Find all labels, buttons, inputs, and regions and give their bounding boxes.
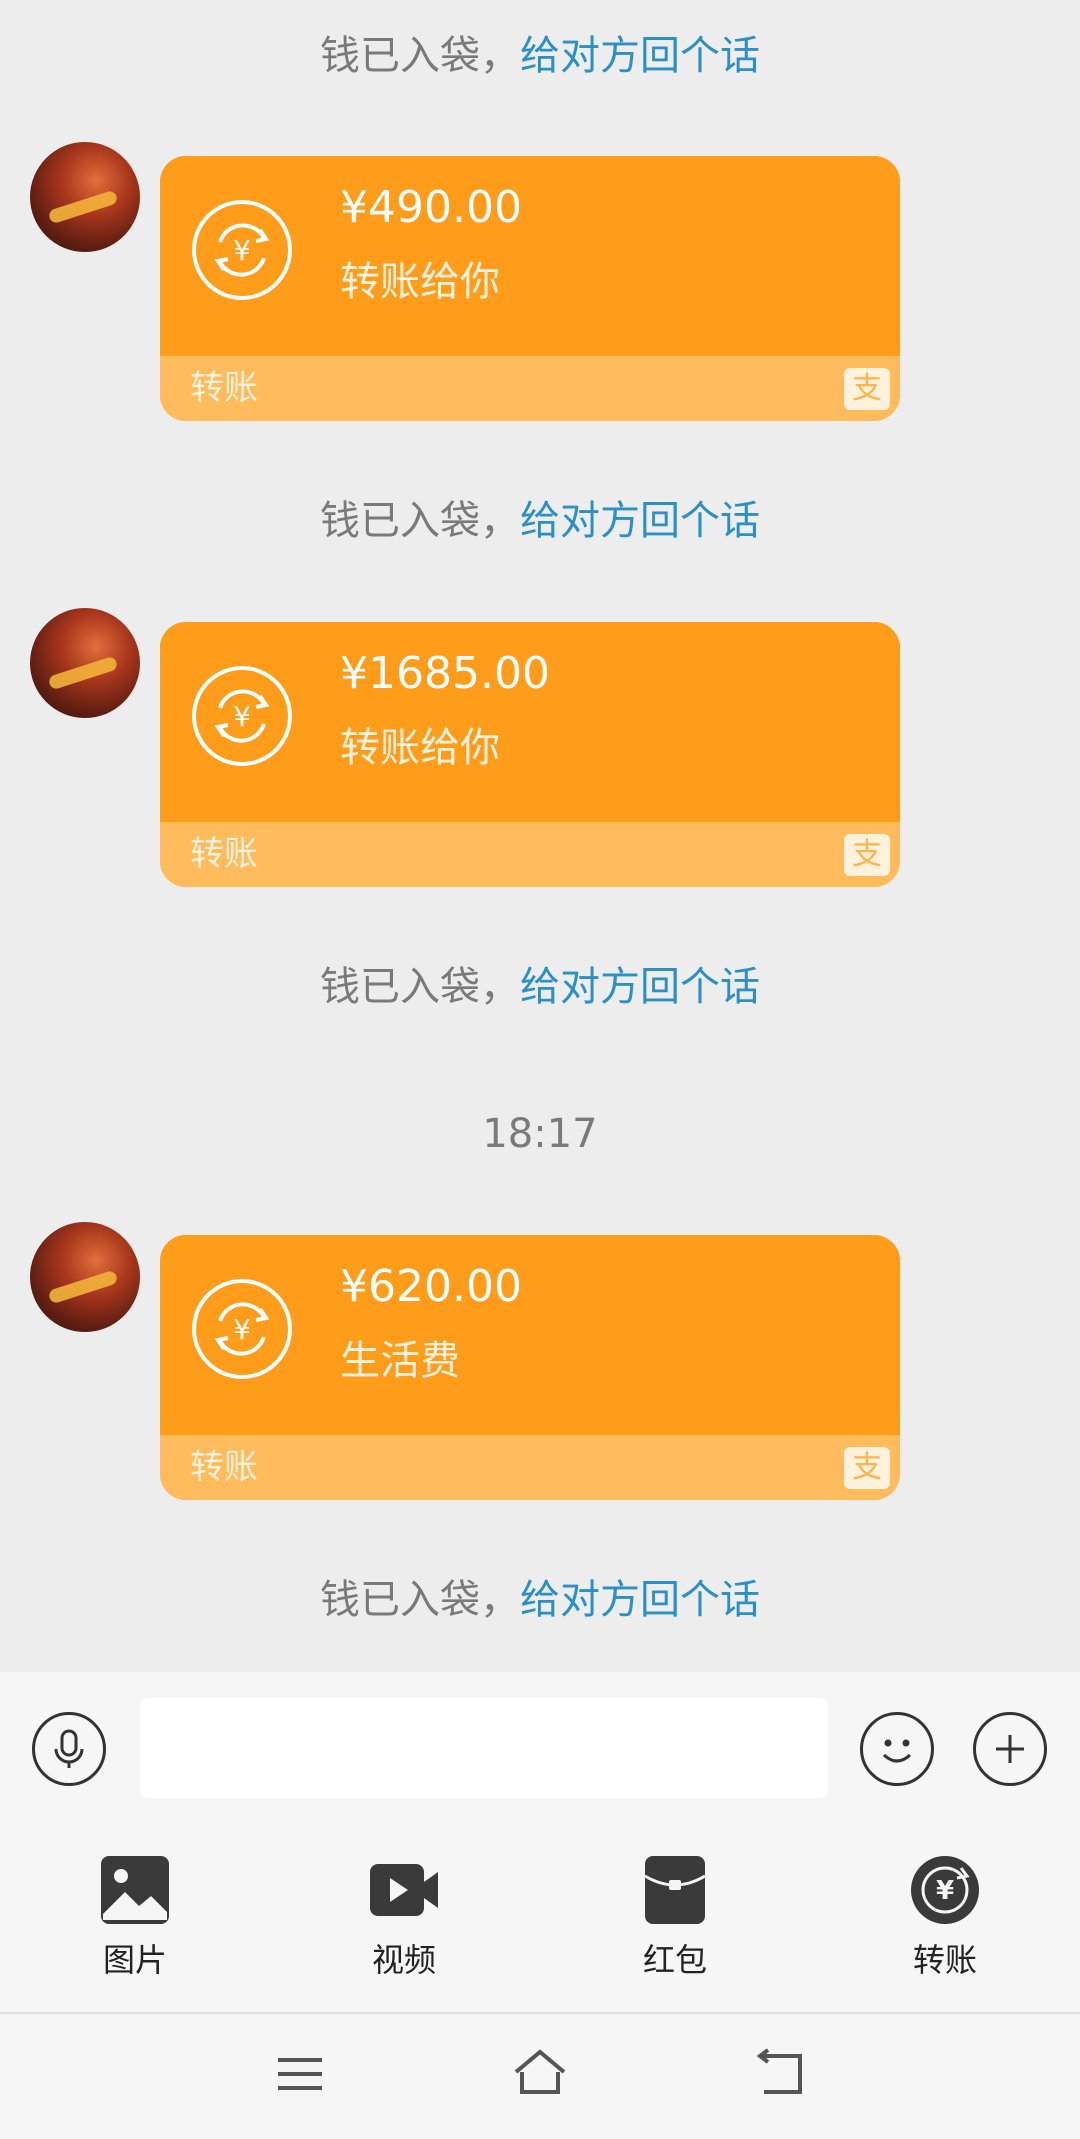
transfer-footer-label: 转账 <box>190 834 258 874</box>
tool-video[interactable]: 视频 <box>334 1854 474 1980</box>
transfer-card[interactable]: ¥ ¥620.00 生活费 转账 支 <box>160 1235 900 1500</box>
transfer-icon: ¥ <box>911 1856 979 1924</box>
menu-icon[interactable] <box>270 2044 330 2104</box>
voice-button[interactable] <box>32 1712 106 1786</box>
transfer-amount: ¥620.00 <box>340 1261 522 1312</box>
tool-transfer[interactable]: ¥ 转账 <box>875 1854 1015 1980</box>
avatar[interactable] <box>30 608 140 718</box>
transfer-description: 转账给你 <box>340 725 500 771</box>
transfer-description: 转账给你 <box>340 259 500 305</box>
transfer-card[interactable]: ¥ ¥1685.00 转账给你 转账 支 <box>160 622 900 887</box>
plus-icon <box>996 1735 1024 1763</box>
red-packet-icon <box>644 1856 706 1924</box>
smiley-icon <box>882 1739 912 1763</box>
transfer-card[interactable]: ¥ ¥490.00 转账给你 转账 支 <box>160 156 900 421</box>
tool-label: 视频 <box>371 1941 436 1979</box>
svg-text:¥: ¥ <box>233 234 251 267</box>
transfer-footer-label: 转账 <box>190 1447 258 1487</box>
notice-text: 钱已入袋， <box>320 1577 520 1623</box>
transfer-coin-icon: ¥ <box>192 200 292 300</box>
alipay-icon: 支 <box>844 834 890 876</box>
transfer-amount: ¥490.00 <box>340 182 522 233</box>
transfer-footer-label: 转账 <box>190 368 258 408</box>
transfer-description: 生活费 <box>340 1338 460 1384</box>
alipay-icon: 支 <box>844 368 890 410</box>
back-icon[interactable] <box>750 2044 810 2104</box>
input-bar <box>0 1672 1080 1824</box>
received-notice: 钱已入袋，给对方回个话 <box>0 495 1080 547</box>
svg-text:¥: ¥ <box>233 1313 251 1346</box>
tool-red-packet[interactable]: 红包 <box>605 1854 745 1980</box>
received-notice: 钱已入袋，给对方回个话 <box>0 1574 1080 1626</box>
transfer-coin-icon: ¥ <box>192 666 292 766</box>
received-notice: 钱已入袋，给对方回个话 <box>0 961 1080 1013</box>
tools-panel: 图片 视频 红包 ¥ 转账 <box>0 1824 1080 2014</box>
avatar[interactable] <box>30 1222 140 1332</box>
transfer-card-footer: 转账 支 <box>160 356 900 421</box>
reply-link[interactable]: 给对方回个话 <box>520 498 760 544</box>
received-notice: 钱已入袋，给对方回个话 <box>0 30 1080 82</box>
transfer-card-footer: 转账 支 <box>160 822 900 887</box>
system-nav-bar <box>0 2014 1080 2139</box>
tool-label: 图片 <box>102 1941 167 1979</box>
reply-link[interactable]: 给对方回个话 <box>520 964 760 1010</box>
alipay-icon: 支 <box>844 1447 890 1489</box>
video-icon <box>370 1864 438 1916</box>
svg-text:¥: ¥ <box>936 1876 954 1906</box>
svg-text:¥: ¥ <box>233 700 251 733</box>
microphone-icon <box>54 1729 84 1768</box>
transfer-amount: ¥1685.00 <box>340 648 550 699</box>
notice-text: 钱已入袋， <box>320 964 520 1010</box>
chat-area: 钱已入袋，给对方回个话 ¥ ¥490.00 转账给你 转账 支 钱已入袋，给对方… <box>0 0 1080 1672</box>
emoji-button[interactable] <box>860 1712 934 1786</box>
message-input[interactable] <box>140 1698 828 1798</box>
notice-text: 钱已入袋， <box>320 498 520 544</box>
notice-text: 钱已入袋， <box>320 33 520 79</box>
message-timestamp: 18:17 <box>482 1111 598 1157</box>
reply-link[interactable]: 给对方回个话 <box>520 1577 760 1623</box>
reply-link[interactable]: 给对方回个话 <box>520 33 760 79</box>
image-icon <box>101 1856 169 1924</box>
tool-label: 转账 <box>912 1941 977 1979</box>
avatar[interactable] <box>30 142 140 252</box>
more-button[interactable] <box>973 1712 1047 1786</box>
transfer-card-footer: 转账 支 <box>160 1435 900 1500</box>
home-icon[interactable] <box>510 2044 570 2104</box>
transfer-coin-icon: ¥ <box>192 1279 292 1379</box>
tool-image[interactable]: 图片 <box>65 1854 205 1980</box>
tool-label: 红包 <box>642 1941 707 1979</box>
